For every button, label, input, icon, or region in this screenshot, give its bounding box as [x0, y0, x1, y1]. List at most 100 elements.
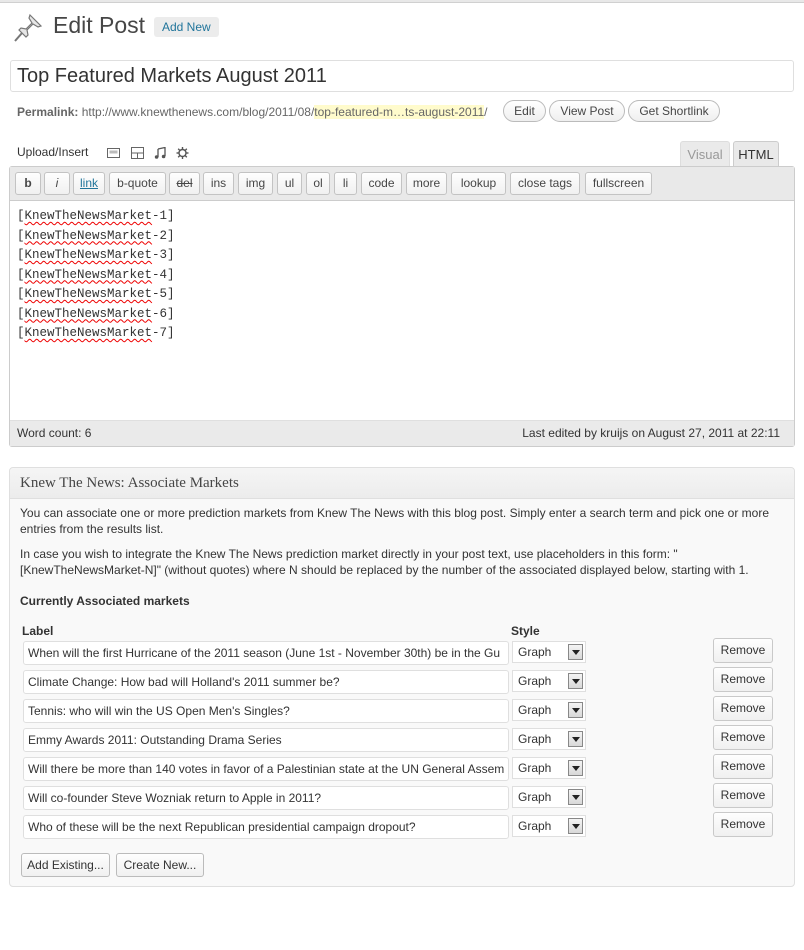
market-label-input[interactable]: When will the first Hurricane of the 201…	[23, 641, 509, 665]
pushpin-icon	[14, 13, 43, 42]
quicktag-bold-button[interactable]: b	[15, 172, 41, 195]
permalink-label: Permalink:	[17, 105, 79, 119]
quicktag-li-button[interactable]: li	[334, 172, 357, 195]
quicktag-img-button[interactable]: img	[238, 172, 273, 195]
last-edited-info: Last edited by kruijs on August 27, 2011…	[522, 426, 780, 440]
market-label-input[interactable]: Will co-founder Steve Wozniak return to …	[23, 786, 509, 810]
market-row: When will the first Hurricane of the 201…	[10, 638, 794, 665]
view-post-button[interactable]: View Post	[549, 100, 625, 122]
metabox-placeholder-info: In case you wish to integrate the Knew T…	[20, 547, 749, 577]
chevron-down-icon[interactable]	[568, 760, 583, 776]
add-audio-icon[interactable]	[154, 147, 167, 159]
add-existing-button[interactable]: Add Existing...	[21, 853, 110, 877]
remove-market-button[interactable]: Remove	[713, 725, 773, 750]
add-new-button[interactable]: Add New	[154, 17, 219, 37]
create-new-button[interactable]: Create New...	[116, 853, 204, 877]
remove-market-button[interactable]: Remove	[713, 696, 773, 721]
market-style-value: Graph	[518, 674, 552, 688]
chevron-down-icon[interactable]	[568, 818, 583, 834]
page-title: Edit Post	[53, 12, 146, 38]
chevron-down-icon[interactable]	[568, 789, 583, 805]
quicktag-italic-button[interactable]: i	[44, 172, 70, 195]
quicktags-toolbar: b i link b-quote del ins img ul ol li co…	[10, 167, 794, 201]
chevron-down-icon[interactable]	[568, 644, 583, 660]
market-style-value: Graph	[518, 790, 552, 804]
market-label-input[interactable]: Climate Change: How bad will Holland's 2…	[23, 670, 509, 694]
chevron-down-icon[interactable]	[568, 673, 583, 689]
quicktag-blockquote-button[interactable]: b-quote	[109, 172, 166, 195]
quicktag-ul-button[interactable]: ul	[277, 172, 302, 195]
market-style-select[interactable]: Graph	[512, 757, 586, 779]
post-editor: b i link b-quote del ins img ul ol li co…	[9, 166, 795, 447]
quicktag-ol-button[interactable]: ol	[306, 172, 330, 195]
add-media-icon[interactable]	[176, 147, 189, 159]
content-line: [KnewTheNewsMarket-2]	[17, 228, 175, 243]
metabox-header[interactable]: Knew The News: Associate Markets	[10, 468, 794, 499]
content-line: [KnewTheNewsMarket-4]	[17, 267, 175, 282]
remove-market-button[interactable]: Remove	[713, 638, 773, 663]
associate-markets-metabox: Knew The News: Associate Markets You can…	[9, 467, 795, 887]
post-content-textarea[interactable]: [KnewTheNewsMarket-1] [KnewTheNewsMarket…	[17, 207, 175, 344]
market-label-input[interactable]: Will there be more than 140 votes in fav…	[23, 757, 509, 781]
market-style-select[interactable]: Graph	[512, 786, 586, 808]
remove-market-button[interactable]: Remove	[713, 754, 773, 779]
market-row: Who of these will be the next Republican…	[10, 812, 794, 839]
remove-market-button[interactable]: Remove	[713, 667, 773, 692]
get-shortlink-button[interactable]: Get Shortlink	[628, 100, 720, 122]
quicktag-del-button[interactable]: del	[169, 172, 200, 195]
remove-market-button[interactable]: Remove	[713, 812, 773, 837]
market-style-value: Graph	[518, 732, 552, 746]
market-style-value: Graph	[518, 761, 552, 775]
add-gallery-icon[interactable]	[131, 147, 144, 159]
add-image-icon[interactable]	[107, 147, 120, 159]
market-style-select[interactable]: Graph	[512, 728, 586, 750]
permalink-url-base: http://www.knewthenews.com/blog/2011/08/	[81, 105, 315, 119]
quicktag-ins-button[interactable]: ins	[203, 172, 234, 195]
market-style-select[interactable]: Graph	[512, 670, 586, 692]
market-label-input[interactable]: Who of these will be the next Republican…	[23, 815, 509, 839]
label-column-header: Label	[22, 624, 54, 638]
editor-status-bar: Word count: 6 Last edited by kruijs on A…	[10, 420, 794, 446]
content-line: [KnewTheNewsMarket-6]	[17, 306, 175, 321]
remove-market-button[interactable]: Remove	[713, 783, 773, 808]
market-row: Will co-founder Steve Wozniak return to …	[10, 783, 794, 810]
quicktag-link-button[interactable]: link	[73, 172, 105, 195]
market-style-value: Graph	[518, 703, 552, 717]
permalink-slug[interactable]: top-featured-m…ts-august-2011	[314, 105, 485, 119]
market-row: Will there be more than 140 votes in fav…	[10, 754, 794, 781]
content-line: [KnewTheNewsMarket-3]	[17, 248, 175, 262]
quicktag-lookup-button[interactable]: lookup	[451, 172, 506, 195]
edit-permalink-button[interactable]: Edit	[503, 100, 546, 122]
style-column-header: Style	[511, 624, 540, 638]
market-row: Climate Change: How bad will Holland's 2…	[10, 667, 794, 694]
quicktag-code-button[interactable]: code	[361, 172, 402, 195]
market-label-input[interactable]: Tennis: who will win the US Open Men's S…	[23, 699, 509, 723]
market-style-value: Graph	[518, 645, 552, 659]
market-style-value: Graph	[518, 819, 552, 833]
currently-associated-heading: Currently Associated markets	[20, 594, 190, 608]
market-row: Emmy Awards 2011: Outstanding Drama Seri…	[10, 725, 794, 752]
content-line: [KnewTheNewsMarket-1]	[17, 209, 175, 223]
admin-top-border	[0, 0, 804, 3]
quicktag-close-tags-button[interactable]: close tags	[510, 172, 580, 195]
market-style-select[interactable]: Graph	[512, 699, 586, 721]
market-row: Tennis: who will win the US Open Men's S…	[10, 696, 794, 723]
market-style-select[interactable]: Graph	[512, 641, 586, 663]
chevron-down-icon[interactable]	[568, 731, 583, 747]
content-line: [KnewTheNewsMarket-5]	[17, 287, 175, 301]
content-line: [KnewTheNewsMarket-7]	[17, 326, 175, 340]
tab-html[interactable]: HTML	[733, 141, 779, 167]
tab-visual[interactable]: Visual	[680, 141, 730, 167]
quicktag-fullscreen-button[interactable]: fullscreen	[585, 172, 652, 195]
metabox-intro-text: You can associate one or more prediction…	[20, 506, 770, 536]
post-title-input[interactable]: Top Featured Markets August 2011	[10, 60, 794, 92]
upload-insert-label: Upload/Insert	[17, 145, 89, 159]
market-label-input[interactable]: Emmy Awards 2011: Outstanding Drama Seri…	[23, 728, 509, 752]
permalink-trailing-slash: /	[484, 105, 488, 119]
metabox-title: Knew The News: Associate Markets	[20, 475, 239, 491]
market-style-select[interactable]: Graph	[512, 815, 586, 837]
chevron-down-icon[interactable]	[568, 702, 583, 718]
quicktag-more-button[interactable]: more	[406, 172, 447, 195]
word-count: Word count: 6	[17, 426, 92, 440]
permalink-row: Permalink: http://www.knewthenews.com/bl…	[17, 104, 488, 120]
